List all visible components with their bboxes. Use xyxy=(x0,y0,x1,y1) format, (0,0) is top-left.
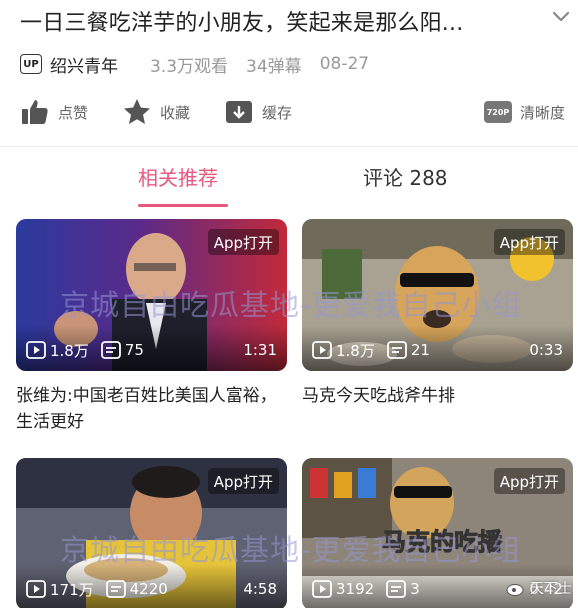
play-icon xyxy=(26,341,46,359)
danmaku-count: 3 xyxy=(410,580,420,598)
up-badge: UP xyxy=(20,54,42,74)
play-icon xyxy=(26,580,46,598)
video-stats: 3192 3 xyxy=(312,578,432,600)
quality-badge: 720P xyxy=(484,101,512,123)
view-count: 3.3万观看 xyxy=(150,56,229,77)
app-open-tag[interactable]: App打开 xyxy=(207,468,279,494)
chevron-down-icon[interactable] xyxy=(550,6,572,28)
video-thumbnail[interactable]: App打开 1.8万 21 0:33 xyxy=(302,219,573,371)
app-open-tag[interactable]: App打开 xyxy=(493,229,565,255)
app-open-tag[interactable]: App打开 xyxy=(493,468,565,494)
play-icon xyxy=(312,341,332,359)
video-thumbnail[interactable]: App打开 1.8万 75 1:31 xyxy=(16,219,287,371)
action-bar: 点赞 收藏 缓存 720P 清晰度 xyxy=(20,92,576,132)
caption-text: 马克的吃播 xyxy=(382,528,503,556)
favorite-button[interactable]: 收藏 xyxy=(122,92,190,132)
favorite-label: 收藏 xyxy=(160,103,191,122)
tab-recommended[interactable]: 相关推荐 xyxy=(138,162,218,191)
video-stats: 1.8万 75 xyxy=(26,339,156,361)
video-title: 一日三餐吃洋芋的小朋友，笑起来是那么阳... xyxy=(20,11,464,36)
view-count: 171万 xyxy=(50,580,94,599)
danmaku-count: 75 xyxy=(124,341,144,359)
download-icon xyxy=(226,101,252,123)
like-button[interactable]: 点赞 xyxy=(20,92,88,132)
quality-button[interactable]: 720P 清晰度 xyxy=(484,92,565,132)
weibo-name: 天下士 xyxy=(530,581,572,597)
danmaku-icon xyxy=(105,580,126,598)
cache-button[interactable]: 缓存 xyxy=(224,92,292,132)
danmaku-icon xyxy=(100,341,121,359)
cache-label: 缓存 xyxy=(262,103,293,122)
video-stats: 171万 4220 xyxy=(26,578,180,600)
danmaku-icon xyxy=(386,341,407,359)
tab-bar: 相关推荐 评论 288 xyxy=(0,150,578,214)
view-count: 3192 xyxy=(336,580,375,598)
view-count: 1.8万 xyxy=(50,341,89,360)
like-label: 点赞 xyxy=(58,103,89,122)
weibo-icon xyxy=(506,584,524,596)
thumbs-up-icon xyxy=(22,100,48,124)
divider xyxy=(0,146,578,147)
danmaku-count: 21 xyxy=(410,341,430,359)
danmaku-icon xyxy=(386,580,407,598)
play-icon xyxy=(312,580,332,598)
card-title[interactable]: 张维为:中国老百姓比美国人富裕，生活更好 xyxy=(16,383,287,435)
duration: 1:31 xyxy=(243,341,277,359)
view-count: 1.8万 xyxy=(336,341,375,360)
video-stats: 1.8万 21 xyxy=(312,339,442,361)
active-tab-indicator xyxy=(138,204,228,207)
tab-comments[interactable]: 评论 288 xyxy=(363,162,448,191)
duration: 0:33 xyxy=(529,341,563,359)
app-open-tag[interactable]: App打开 xyxy=(207,229,279,255)
video-meta: UP 绍兴青年 3.3万观看 34弹幕 08-27 xyxy=(20,50,387,78)
danmaku-count: 4220 xyxy=(129,580,168,598)
uploader-name[interactable]: 绍兴青年 xyxy=(50,52,118,77)
video-title-row: 一日三餐吃洋芋的小朋友，笑起来是那么阳... xyxy=(20,4,570,38)
video-thumbnail[interactable]: App打开 171万 4220 4:58 xyxy=(16,458,287,608)
weibo-watermark: 天下士 xyxy=(506,578,572,598)
quality-label: 清晰度 xyxy=(520,103,566,122)
star-icon xyxy=(124,99,150,124)
duration: 4:58 xyxy=(243,580,277,598)
danmaku-count: 34弹幕 xyxy=(246,56,302,77)
card-title[interactable]: 马克今天吃战斧牛排 xyxy=(302,383,573,409)
publish-date: 08-27 xyxy=(319,54,370,74)
